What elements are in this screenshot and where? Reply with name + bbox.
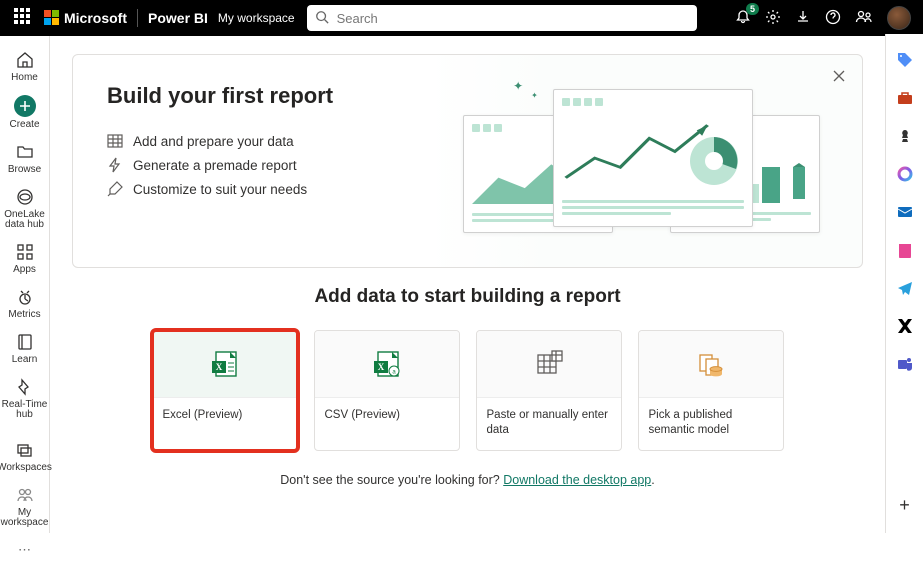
card-semantic-label: Pick a published semantic model [639,397,783,450]
close-hero-button[interactable] [832,69,846,86]
apps-icon [15,242,35,262]
card-paste[interactable]: Paste or manually enter data [476,330,622,451]
nav-home-label: Home [11,73,38,83]
telegram-icon[interactable] [895,278,915,298]
tag-icon[interactable] [895,50,915,70]
csv-icon: Xa [315,331,459,397]
help-icon[interactable] [825,9,841,28]
nav-home[interactable]: Home [0,44,49,89]
hero-card: Build your first report Add and prepare … [72,54,863,268]
nav-learn-label: Learn [12,355,38,365]
add-app-icon[interactable]: + [895,495,915,515]
home-icon [15,50,35,70]
search-input[interactable] [307,5,697,31]
excel-icon: X [153,331,297,397]
nav-metrics-label: Metrics [8,310,40,320]
card-paste-label: Paste or manually enter data [477,397,621,450]
create-icon [14,95,36,117]
copilot-icon[interactable] [895,164,915,184]
teams-icon[interactable] [895,354,915,374]
nav-workspaces[interactable]: Workspaces [0,434,49,479]
workspaces-icon [15,440,35,460]
folder-icon [15,142,35,162]
paste-icon [477,331,621,397]
nav-myworkspace-label: My workspace [0,508,49,528]
user-avatar[interactable] [887,6,911,30]
microsoft-logo: Microsoft [44,10,127,26]
myworkspace-icon [15,485,35,505]
svg-text:X: X [215,362,222,372]
nav-myworkspace[interactable]: My workspace [0,479,49,534]
nav-onelake[interactable]: OneLake data hub [0,181,49,236]
metrics-icon [15,287,35,307]
card-excel[interactable]: X Excel (Preview) [152,330,298,451]
nav-realtime[interactable]: Real-Time hub [0,371,49,426]
svg-text:X: X [377,362,384,372]
nav-apps[interactable]: Apps [0,236,49,281]
nav-browse[interactable]: Browse [0,136,49,181]
realtime-icon [15,377,35,397]
learn-icon [15,332,35,352]
nav-apps-label: Apps [13,265,36,275]
search-icon [315,10,329,27]
nav-realtime-label: Real-Time hub [0,400,49,420]
footer-suffix: . [651,473,654,487]
footer-note: Don't see the source you're looking for?… [50,473,885,507]
microsoft-label: Microsoft [64,10,127,26]
hero-step2: Generate a premade report [133,158,297,173]
hero-title: Build your first report [107,83,453,109]
onelake-icon [15,187,35,207]
chess-icon[interactable] [895,126,915,146]
footer-text: Don't see the source you're looking for? [280,473,503,487]
nav-browse-label: Browse [8,165,41,175]
notifications-icon[interactable]: 5 [735,9,751,28]
product-name[interactable]: Power BI [148,10,208,26]
settings-icon[interactable] [765,9,781,28]
card-semantic[interactable]: Pick a published semantic model [638,330,784,451]
microsoft-logo-icon [44,10,60,26]
card-excel-label: Excel (Preview) [153,397,297,441]
hero-illustration: ✦ ✦ [453,83,828,243]
lightning-icon [107,157,123,173]
nav-workspaces-label: Workspaces [0,463,52,473]
section-title: Add data to start building a report [50,286,885,308]
nav-create[interactable]: Create [0,89,49,136]
app-pink-icon[interactable] [895,240,915,260]
people-icon[interactable] [855,9,873,28]
app-launcher-icon[interactable] [14,8,34,28]
hero-step1: Add and prepare your data [133,134,294,149]
card-csv-label: CSV (Preview) [315,397,459,441]
workspace-breadcrumb[interactable]: My workspace [218,11,295,25]
notification-badge: 5 [746,3,759,15]
card-csv[interactable]: Xa CSV (Preview) [314,330,460,451]
table-icon [107,133,123,149]
hero-step3: Customize to suit your needs [133,182,307,197]
outlook-icon[interactable] [895,202,915,222]
nav-more[interactable]: ⋯ [18,534,31,566]
x-icon[interactable] [895,316,915,336]
brush-icon [107,181,123,197]
nav-learn[interactable]: Learn [0,326,49,371]
briefcase-icon[interactable] [895,88,915,108]
divider [137,9,138,27]
semantic-icon [639,331,783,397]
nav-onelake-label: OneLake data hub [0,210,49,230]
nav-metrics[interactable]: Metrics [0,281,49,326]
footer-link[interactable]: Download the desktop app [503,473,651,487]
download-icon[interactable] [795,9,811,28]
nav-create-label: Create [9,120,39,130]
